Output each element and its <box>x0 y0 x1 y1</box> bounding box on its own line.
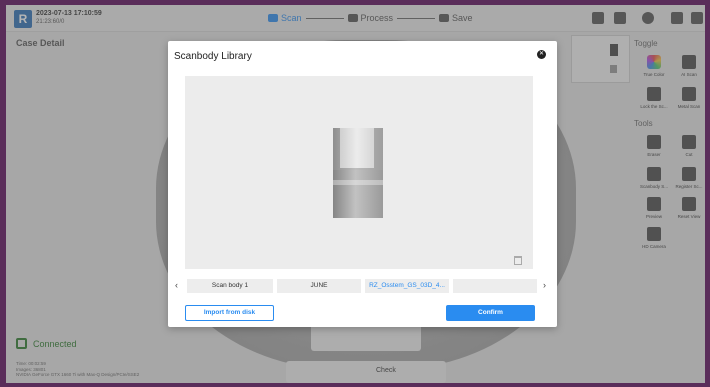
scanbody-model <box>333 128 383 218</box>
trash-icon[interactable] <box>514 256 522 265</box>
confirm-button[interactable]: Confirm <box>446 305 535 321</box>
library-item[interactable]: JUNE <box>277 279 361 293</box>
library-item[interactable]: Scan body 1 <box>187 279 273 293</box>
close-icon[interactable]: ✕ <box>537 50 546 59</box>
app-window: R 2023-07-13 17:10:59 21:23:60/0 Scan Pr… <box>6 5 705 383</box>
import-from-disk-button[interactable]: Import from disk <box>185 305 274 321</box>
dialog-title: Scanbody Library <box>174 51 252 62</box>
chevron-left-icon[interactable]: ‹ <box>175 280 178 290</box>
library-carousel: ‹ Scan body 1 JUNE RZ_Osstem_GS_03D_4...… <box>173 279 552 293</box>
library-item[interactable] <box>453 279 537 293</box>
scanbody-library-dialog: Scanbody Library ✕ ‹ Scan body 1 JUNE RZ… <box>168 41 557 327</box>
chevron-right-icon[interactable]: › <box>543 280 546 290</box>
library-item-selected[interactable]: RZ_Osstem_GS_03D_4... <box>365 279 449 293</box>
scanbody-preview[interactable] <box>185 76 533 269</box>
